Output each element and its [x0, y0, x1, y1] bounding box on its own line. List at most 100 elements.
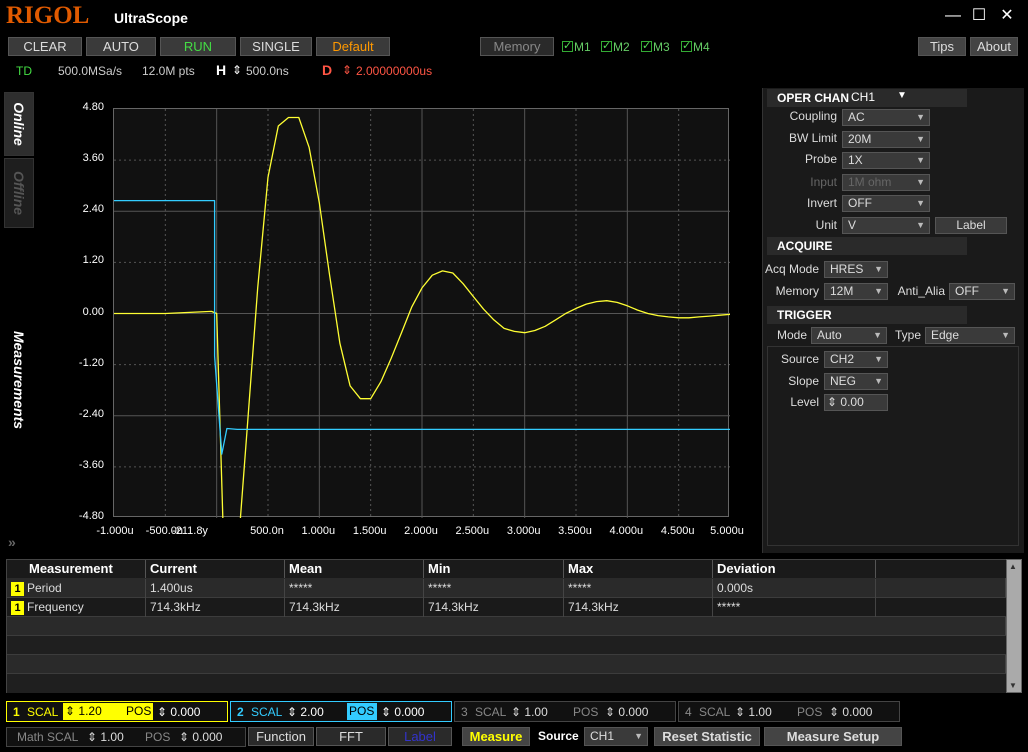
trigger-header: TRIGGER: [767, 306, 967, 324]
h-spin-icon[interactable]: ⇕: [232, 63, 242, 77]
ch4-number: 4: [685, 705, 692, 719]
probe-select[interactable]: 1X: [842, 152, 930, 169]
fft-button[interactable]: FFT: [316, 727, 386, 746]
ch3-scal-spinbox[interactable]: ⇕ 1.00: [511, 705, 548, 719]
ch3-control[interactable]: 3 SCAL ⇕ 1.00 POS ⇕ 0.000: [454, 701, 676, 722]
header-min: Min: [424, 560, 564, 578]
tab-online-label: Online: [11, 102, 27, 146]
measure-setup-button[interactable]: Measure Setup: [764, 727, 902, 746]
ch4-scal-spinbox[interactable]: ⇕ 1.00: [735, 705, 772, 719]
table-row[interactable]: 1 Period 1.400us ***** ***** ***** 0.000s: [7, 579, 1007, 598]
auto-button[interactable]: AUTO: [86, 37, 156, 56]
scroll-up-icon[interactable]: ▲: [1009, 562, 1017, 571]
ch1-control[interactable]: 1 SCAL ⇕ 1.20 POS ⇕ 0.000: [6, 701, 228, 722]
check-icon: [681, 39, 692, 52]
y-tick-label: 4.80: [82, 101, 104, 113]
function-button[interactable]: Function: [248, 727, 314, 746]
header-blank: [876, 560, 1007, 578]
tab-measurements[interactable]: Measurements: [4, 230, 34, 530]
trigger-source-select[interactable]: CH2: [824, 351, 888, 368]
math-pos-value: 0.000: [192, 730, 223, 744]
scope-screen[interactable]: [113, 108, 731, 655]
d-label: D: [322, 62, 333, 78]
d-value[interactable]: 2.00000000us: [356, 64, 432, 78]
memory-button[interactable]: Memory: [480, 37, 554, 56]
x-tick-label: -1.000u: [96, 525, 134, 537]
tips-button[interactable]: Tips: [918, 37, 966, 56]
run-button[interactable]: RUN: [160, 37, 236, 56]
close-button[interactable]: ✕: [996, 8, 1018, 26]
channel-badge: 1: [11, 582, 24, 596]
ch1-pos-spinbox[interactable]: ⇕ 0.000: [157, 705, 200, 719]
math-scal-spinbox[interactable]: ⇕ 1.00: [87, 730, 124, 744]
ch1-number: 1: [13, 705, 20, 719]
coupling-select[interactable]: AC: [842, 109, 930, 126]
trigger-source-label: Source: [780, 352, 819, 366]
ch2-scal-label: SCAL: [251, 705, 283, 719]
tab-offline[interactable]: Offline: [4, 158, 34, 228]
maximize-button[interactable]: ☐: [968, 8, 990, 26]
ch2-control[interactable]: 2 SCAL ⇕ 2.00 POS ⇕ 0.000: [230, 701, 452, 722]
x-tick-label: -211.8y: [172, 525, 208, 537]
reset-statistic-button[interactable]: Reset Statistic: [654, 727, 760, 746]
ch1-scal-value: 1.20: [78, 704, 102, 718]
trigger-mode-select[interactable]: Auto: [811, 327, 887, 344]
m4-checkbox[interactable]: M4: [681, 39, 710, 54]
default-button[interactable]: Default: [316, 37, 390, 56]
math-control[interactable]: Math SCAL ⇕ 1.00 POS ⇕ 0.000: [6, 727, 246, 747]
minimize-button[interactable]: —: [942, 8, 964, 26]
math-label-button[interactable]: Label: [388, 727, 452, 746]
scroll-down-icon[interactable]: ▼: [1009, 681, 1017, 690]
ch3-number: 3: [461, 705, 468, 719]
source-select[interactable]: CH1: [584, 727, 648, 746]
bw-limit-label: BW Limit: [789, 131, 837, 145]
ch1-scal-spinbox[interactable]: ⇕ 1.20: [63, 703, 125, 720]
memory-depth-select[interactable]: 12M: [824, 283, 888, 300]
anti-alias-select[interactable]: OFF: [949, 283, 1015, 300]
x-tick-label: 3.500u: [558, 525, 592, 537]
header-current: Current: [146, 560, 285, 578]
m3-checkbox[interactable]: M3: [641, 39, 670, 54]
table-row: [7, 617, 1007, 636]
about-button[interactable]: About: [970, 37, 1018, 56]
bw-limit-select[interactable]: 20M: [842, 131, 930, 148]
single-button[interactable]: SINGLE: [240, 37, 312, 56]
ch2-scal-value: 2.00: [300, 705, 324, 719]
unit-select[interactable]: V: [842, 217, 930, 234]
math-pos-spinbox[interactable]: ⇕ 0.000: [179, 730, 222, 744]
m1-checkbox[interactable]: M1: [562, 39, 591, 54]
h-value[interactable]: 500.0ns: [246, 64, 289, 78]
y-tick-label: -2.40: [78, 407, 104, 420]
expand-arrows-icon[interactable]: »: [8, 534, 16, 550]
measurement-name: Period: [27, 581, 62, 595]
m2-checkbox[interactable]: M2: [601, 39, 630, 54]
math-scal-value: 1.00: [100, 730, 124, 744]
trigger-slope-select[interactable]: NEG: [824, 373, 888, 390]
d-spin-icon[interactable]: ⇕: [342, 63, 352, 77]
min-value: 714.3kHz: [424, 598, 564, 617]
label-button[interactable]: Label: [935, 217, 1007, 234]
invert-select[interactable]: OFF: [842, 195, 930, 212]
table-row: [7, 655, 1007, 674]
measure-button[interactable]: Measure: [462, 727, 530, 746]
ch2-pos-spinbox[interactable]: ⇕ 0.000: [381, 705, 424, 719]
check-icon: [601, 39, 612, 52]
acq-mode-select[interactable]: HRES: [824, 261, 888, 278]
acq-mode-label: Acq Mode: [764, 262, 819, 276]
trigger-type-select[interactable]: Edge: [925, 327, 1015, 344]
tab-offline-label: Offline: [11, 170, 27, 216]
ch3-pos-spinbox[interactable]: ⇕ 0.000: [605, 705, 648, 719]
oper-chan-select[interactable]: CH1 ▼: [851, 90, 907, 106]
ch4-control[interactable]: 4 SCAL ⇕ 1.00 POS ⇕ 0.000: [678, 701, 900, 722]
x-tick-label: 4.000u: [609, 525, 644, 537]
ch4-pos-spinbox[interactable]: ⇕ 0.000: [829, 705, 872, 719]
trigger-level-spinbox[interactable]: ⇕ 0.00: [824, 394, 888, 411]
tab-online[interactable]: Online: [4, 92, 34, 156]
ch2-scal-spinbox[interactable]: ⇕ 2.00: [287, 705, 324, 719]
x-tick-label: 5.000u: [710, 525, 744, 537]
clear-button[interactable]: CLEAR: [8, 37, 82, 56]
ch1-scal-label: SCAL: [27, 705, 59, 719]
current-value: 1.400us: [146, 579, 285, 598]
table-row[interactable]: 1 Frequency 714.3kHz 714.3kHz 714.3kHz 71…: [7, 598, 1007, 617]
table-scrollbar[interactable]: ▲ ▼: [1006, 559, 1022, 693]
